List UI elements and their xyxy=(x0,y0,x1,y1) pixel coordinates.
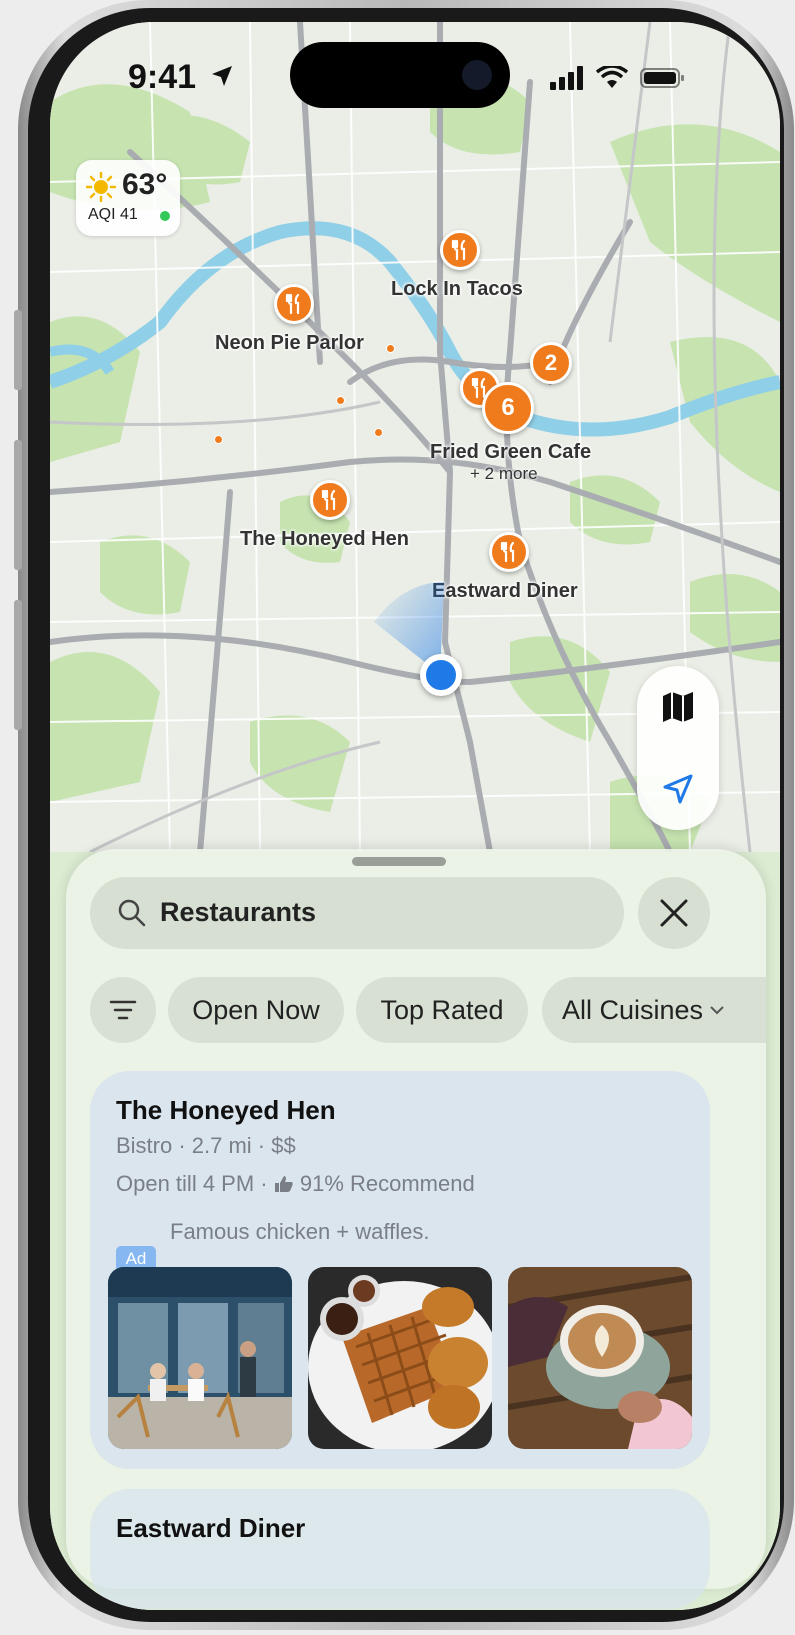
filter-lines-icon xyxy=(109,1000,137,1020)
filter-options-button[interactable] xyxy=(90,977,156,1043)
result-hours-row: Open till 4 PM · 91% Recommend xyxy=(116,1171,475,1197)
restaurant-pin-the-honeyed-hen[interactable] xyxy=(310,480,350,520)
result-meta: Bistro · 2.7 mi · $$ xyxy=(116,1133,296,1158)
chicken-waffles-photo-image xyxy=(308,1267,492,1449)
results-sheet: Restaurants Open Now Top Rated All Cuisi… xyxy=(66,849,766,1609)
map-poi-dot[interactable] xyxy=(214,435,223,444)
air-quality-index: AQI 41 xyxy=(88,206,138,223)
result-hours: Open till 4 PM · xyxy=(116,1171,274,1196)
cellular-signal-icon xyxy=(550,66,583,90)
result-photo-chicken-waffles[interactable] xyxy=(308,1267,492,1449)
chevron-down-icon xyxy=(710,1006,724,1015)
chip-all-cuisines-label: All Cuisines xyxy=(562,994,704,1025)
sheet-grabber[interactable] xyxy=(352,857,446,866)
place-label-neon-pie-parlor[interactable]: Neon Pie Parlor xyxy=(215,332,364,355)
user-location-dot[interactable] xyxy=(420,654,462,696)
restaurant-pin-neon-pie-parlor[interactable] xyxy=(274,284,314,324)
thumbs-up-icon xyxy=(274,1176,293,1192)
side-button-volume-down xyxy=(14,600,22,730)
result-card-the-honeyed-hen[interactable]: The Honeyed Hen Bistro · 2.7 mi · $$ Ope… xyxy=(90,1071,710,1469)
ad-text: Famous chicken + waffles. xyxy=(170,1219,430,1244)
aqi-status-dot xyxy=(160,211,170,221)
weather-widget[interactable]: 63° AQI 41 xyxy=(76,160,180,236)
camera-icon xyxy=(462,60,492,90)
cluster-pin-2[interactable]: 2 xyxy=(530,342,572,384)
wifi-icon xyxy=(596,66,628,88)
place-label-the-honeyed-hen[interactable]: The Honeyed Hen xyxy=(240,528,409,551)
result-title: The Honeyed Hen xyxy=(116,1095,336,1125)
clear-search-button[interactable] xyxy=(638,877,710,949)
cluster-pin-6[interactable]: 6 xyxy=(482,382,534,434)
side-button-silent xyxy=(14,310,22,390)
side-button-volume-up xyxy=(14,440,22,570)
weather-temperature: 63° xyxy=(122,168,168,201)
search-field[interactable]: Restaurants xyxy=(90,877,624,949)
fork-knife-icon xyxy=(451,239,466,261)
location-arrow-icon[interactable] xyxy=(661,772,695,806)
location-services-icon xyxy=(212,66,232,86)
close-icon xyxy=(660,899,688,927)
sun-icon xyxy=(86,172,116,202)
dynamic-island xyxy=(290,42,510,108)
search-icon xyxy=(118,899,146,927)
map-icon[interactable] xyxy=(661,690,695,724)
chip-top-rated[interactable]: Top Rated xyxy=(356,977,528,1043)
latte-photo-image xyxy=(508,1267,692,1449)
result-card-eastward-diner[interactable]: Eastward Diner xyxy=(90,1489,710,1609)
restaurant-pin-lock-in-tacos[interactable] xyxy=(440,230,480,270)
result-photo-storefront[interactable] xyxy=(108,1267,292,1449)
place-label-more-count: + 2 more xyxy=(470,464,538,483)
battery-icon xyxy=(640,68,684,88)
fork-knife-icon xyxy=(500,541,515,563)
map-poi-dot[interactable] xyxy=(386,344,395,353)
status-time: 9:41 xyxy=(128,58,197,96)
storefront-photo-image xyxy=(108,1267,292,1449)
map-poi-dot[interactable] xyxy=(374,428,383,437)
result-recommend: 91% Recommend xyxy=(299,1171,475,1196)
place-label-lock-in-tacos[interactable]: Lock In Tacos xyxy=(391,278,523,301)
chip-open-now[interactable]: Open Now xyxy=(168,977,344,1043)
restaurant-pin-eastward-diner[interactable] xyxy=(489,532,529,572)
fork-knife-icon xyxy=(285,293,300,315)
result-photo-latte[interactable] xyxy=(508,1267,692,1449)
result-title: Eastward Diner xyxy=(116,1513,306,1543)
stage: 9:41 63° AQI 41 Lock In Tacos Neon Pie P… xyxy=(0,0,795,1635)
chip-all-cuisines[interactable]: All Cuisines xyxy=(542,977,766,1043)
place-label-fried-green-cafe[interactable]: Fried Green Cafe xyxy=(430,441,591,464)
fork-knife-icon xyxy=(321,489,336,511)
map-poi-dot[interactable] xyxy=(336,396,345,405)
screen: 9:41 63° AQI 41 Lock In Tacos Neon Pie P… xyxy=(50,22,780,1610)
map-controls xyxy=(637,666,719,830)
search-query[interactable]: Restaurants xyxy=(160,897,316,928)
